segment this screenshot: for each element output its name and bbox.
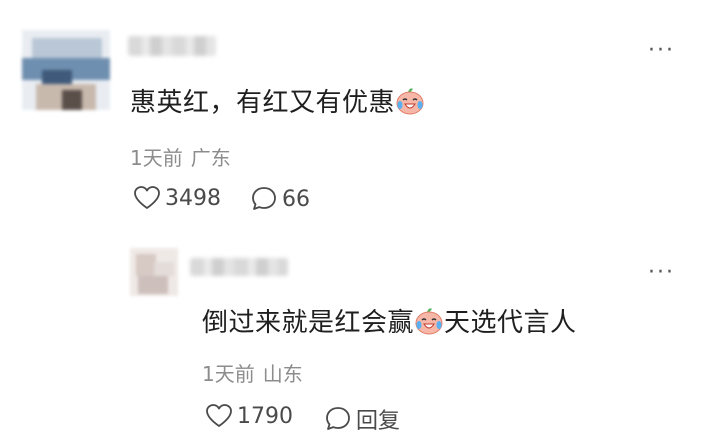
crying-laughing-face-icon — [415, 308, 443, 335]
reply-like-button[interactable]: 1790 — [205, 403, 293, 429]
comment-text-content: 惠英红，有红又有优惠 — [130, 88, 396, 118]
reply-label: 回复 — [356, 409, 401, 434]
reply-username[interactable] — [190, 258, 288, 276]
heart-icon — [206, 404, 232, 427]
avatar[interactable] — [22, 30, 110, 110]
more-options-button[interactable]: ··· — [648, 40, 675, 62]
comment-text: 惠英红，有红又有优惠 — [130, 82, 425, 119]
reply-button[interactable]: 回复 — [324, 403, 400, 435]
reply-more-options-button[interactable]: ··· — [648, 262, 675, 284]
reply-avatar[interactable] — [130, 248, 178, 296]
reply-text-after-emoji: 天选代言人 — [444, 308, 577, 338]
like-count: 3498 — [165, 185, 221, 211]
reply-meta: 1天前 山东 — [202, 358, 303, 387]
reply-text: 倒过来就是红会赢 天选代言人 — [202, 302, 577, 339]
reply-location: 山东 — [262, 362, 303, 386]
crying-laughing-face-icon — [396, 88, 424, 115]
reply-count: 66 — [282, 186, 310, 212]
heart-icon — [134, 186, 160, 209]
comment-bubble-icon — [326, 407, 350, 430]
comment-bubble-icon — [252, 187, 276, 210]
comment-time: 1天前 — [130, 146, 183, 170]
reply-count-button[interactable]: 66 — [250, 185, 310, 213]
like-button[interactable]: 3498 — [133, 185, 221, 211]
username[interactable] — [128, 36, 216, 56]
reply-time: 1天前 — [202, 362, 255, 386]
comment-meta: 1天前 广东 — [130, 142, 231, 171]
reply-like-count: 1790 — [237, 403, 293, 429]
reply-text-before-emoji: 倒过来就是红会赢 — [202, 308, 415, 338]
comment-location: 广东 — [190, 146, 231, 170]
